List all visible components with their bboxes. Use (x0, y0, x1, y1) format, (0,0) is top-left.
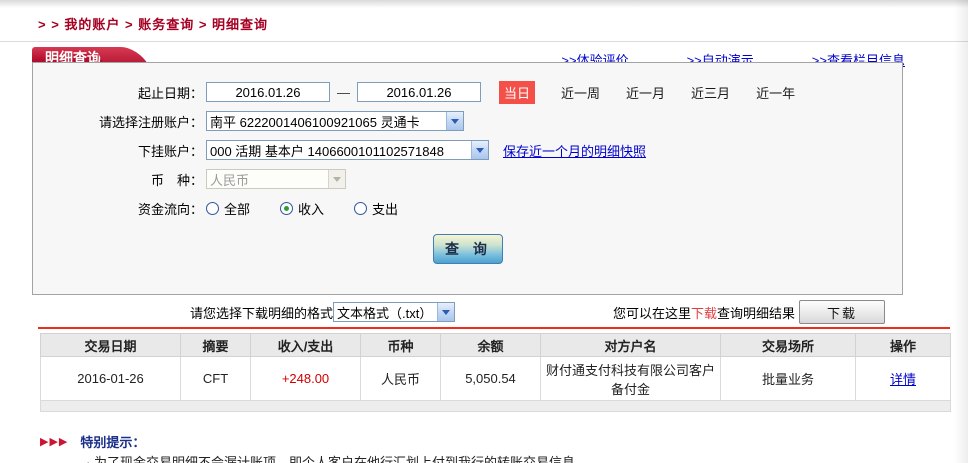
detail-link[interactable]: 详情 (890, 372, 916, 387)
sub-account-label: 下挂账户： (33, 141, 203, 160)
table-header-row: 交易日期 摘要 收入/支出 币种 余额 对方户名 交易场所 操作 (41, 334, 951, 357)
date-separator: — (337, 85, 350, 100)
row-fund-flow: 资金流向： 全部 收入 支出 (33, 197, 902, 219)
table-row: 2016-01-26 CFT +248.00 人民币 5,050.54 财付通支… (41, 357, 951, 401)
save-snapshot-link[interactable]: 保存近一个月的明细快照 (503, 141, 646, 160)
quick-range-quarter-button[interactable]: 近三月 (691, 83, 730, 102)
col-header-date: 交易日期 (41, 334, 181, 357)
special-tips-line: · 为了现金交易明细不会漏计账项，即个人客户在他行汇划上付到我行的转账交易信息 (86, 452, 575, 463)
cell-amount: +248.00 (251, 357, 361, 401)
currency-label: 币 种： (33, 170, 203, 189)
cell-date: 2016-01-26 (41, 357, 181, 401)
flow-radio-income-label: 收入 (298, 199, 324, 218)
currency-select-disabled: 人民币 (206, 169, 346, 189)
transaction-table: 交易日期 摘要 收入/支出 币种 余额 对方户名 交易场所 操作 2016-01… (40, 333, 951, 412)
cell-balance: 5,050.54 (441, 357, 541, 401)
flow-radio-all-label: 全部 (224, 199, 250, 218)
quick-range-today-button[interactable]: 当日 (499, 81, 535, 104)
flow-radio-all[interactable]: 全部 (206, 199, 250, 218)
cell-summary: CFT (181, 357, 251, 401)
col-header-action: 操作 (856, 334, 951, 357)
col-header-balance: 余额 (441, 334, 541, 357)
col-header-counterparty: 对方户名 (541, 334, 721, 357)
chevron-down-icon (471, 141, 488, 159)
fund-flow-label: 资金流向： (33, 199, 203, 218)
radio-icon[interactable] (206, 202, 219, 215)
download-hint-link[interactable]: 下载 (691, 303, 717, 322)
cell-currency: 人民币 (361, 357, 441, 401)
cell-channel: 批量业务 (721, 357, 856, 401)
cell-counterparty: 财付通支付科技有限公司客户备付金 (541, 357, 721, 401)
download-hint-before: 您可以在这里 (613, 303, 691, 322)
chevron-down-icon (328, 170, 345, 188)
quick-range-month-button[interactable]: 近一月 (626, 83, 665, 102)
col-header-currency: 币种 (361, 334, 441, 357)
radio-icon[interactable] (280, 202, 293, 215)
flow-radio-expense[interactable]: 支出 (354, 199, 398, 218)
row-sub-account: 下挂账户： 000 活期 基本户 1406600101102571848 保存近… (33, 139, 902, 161)
row-registered-account: 请选择注册账户： 南平 6222001406100921065 灵通卡 (33, 110, 902, 132)
flow-radio-income[interactable]: 收入 (280, 199, 324, 218)
row-currency: 币 种： 人民币 (33, 168, 902, 190)
download-button[interactable]: 下载 (799, 300, 885, 324)
download-row: 请您选择下载明细的格式 文本格式（.txt） 您可以在这里下载查询明细结果 下载 (32, 297, 905, 327)
col-header-amount: 收入/支出 (251, 334, 361, 357)
registered-account-label: 请选择注册账户： (33, 112, 203, 131)
sub-account-select[interactable]: 000 活期 基本户 1406600101102571848 (206, 140, 489, 160)
quick-range-week-button[interactable]: 近一周 (561, 83, 600, 102)
radio-icon[interactable] (354, 202, 367, 215)
col-header-channel: 交易场所 (721, 334, 856, 357)
special-tips-title: 特别提示： (80, 432, 145, 451)
quick-range-year-button[interactable]: 近一年 (756, 83, 795, 102)
download-format-select[interactable]: 文本格式（.txt） (333, 302, 455, 322)
chevron-down-icon (437, 303, 454, 321)
date-from-input[interactable] (206, 82, 330, 102)
triple-arrow-icon: ▶▶▶ (40, 435, 68, 448)
download-hint-after: 查询明细结果 (717, 303, 795, 322)
breadcrumb: > > 我的账户 > 账务查询 > 明细查询 (38, 14, 968, 41)
chevron-down-icon (446, 112, 463, 130)
row-date-range: 起止日期： — 当日 近一周 近一月 近三月 近一年 (33, 81, 902, 103)
col-header-summary: 摘要 (181, 334, 251, 357)
download-format-label: 请您选择下载明细的格式 (190, 303, 333, 322)
special-tips: ▶▶▶ 特别提示： (40, 432, 145, 451)
flow-radio-expense-label: 支出 (372, 199, 398, 218)
red-divider (38, 327, 950, 329)
registered-account-select[interactable]: 南平 6222001406100921065 灵通卡 (206, 111, 464, 131)
table-footer-row (41, 401, 951, 412)
query-button[interactable]: 查 询 (433, 234, 503, 264)
date-range-label: 起止日期： (33, 83, 203, 102)
page: > > 我的账户 > 账务查询 > 明细查询 明细查询 >>体验评价 >>自动演… (0, 0, 968, 463)
query-form-panel: 起止日期： — 当日 近一周 近一月 近三月 近一年 请选择注册账户： 南平 6… (32, 62, 903, 295)
breadcrumb-divider (0, 41, 968, 42)
top-gradient-strip (0, 0, 968, 8)
date-to-input[interactable] (357, 82, 481, 102)
table-footer-strip (41, 401, 951, 412)
